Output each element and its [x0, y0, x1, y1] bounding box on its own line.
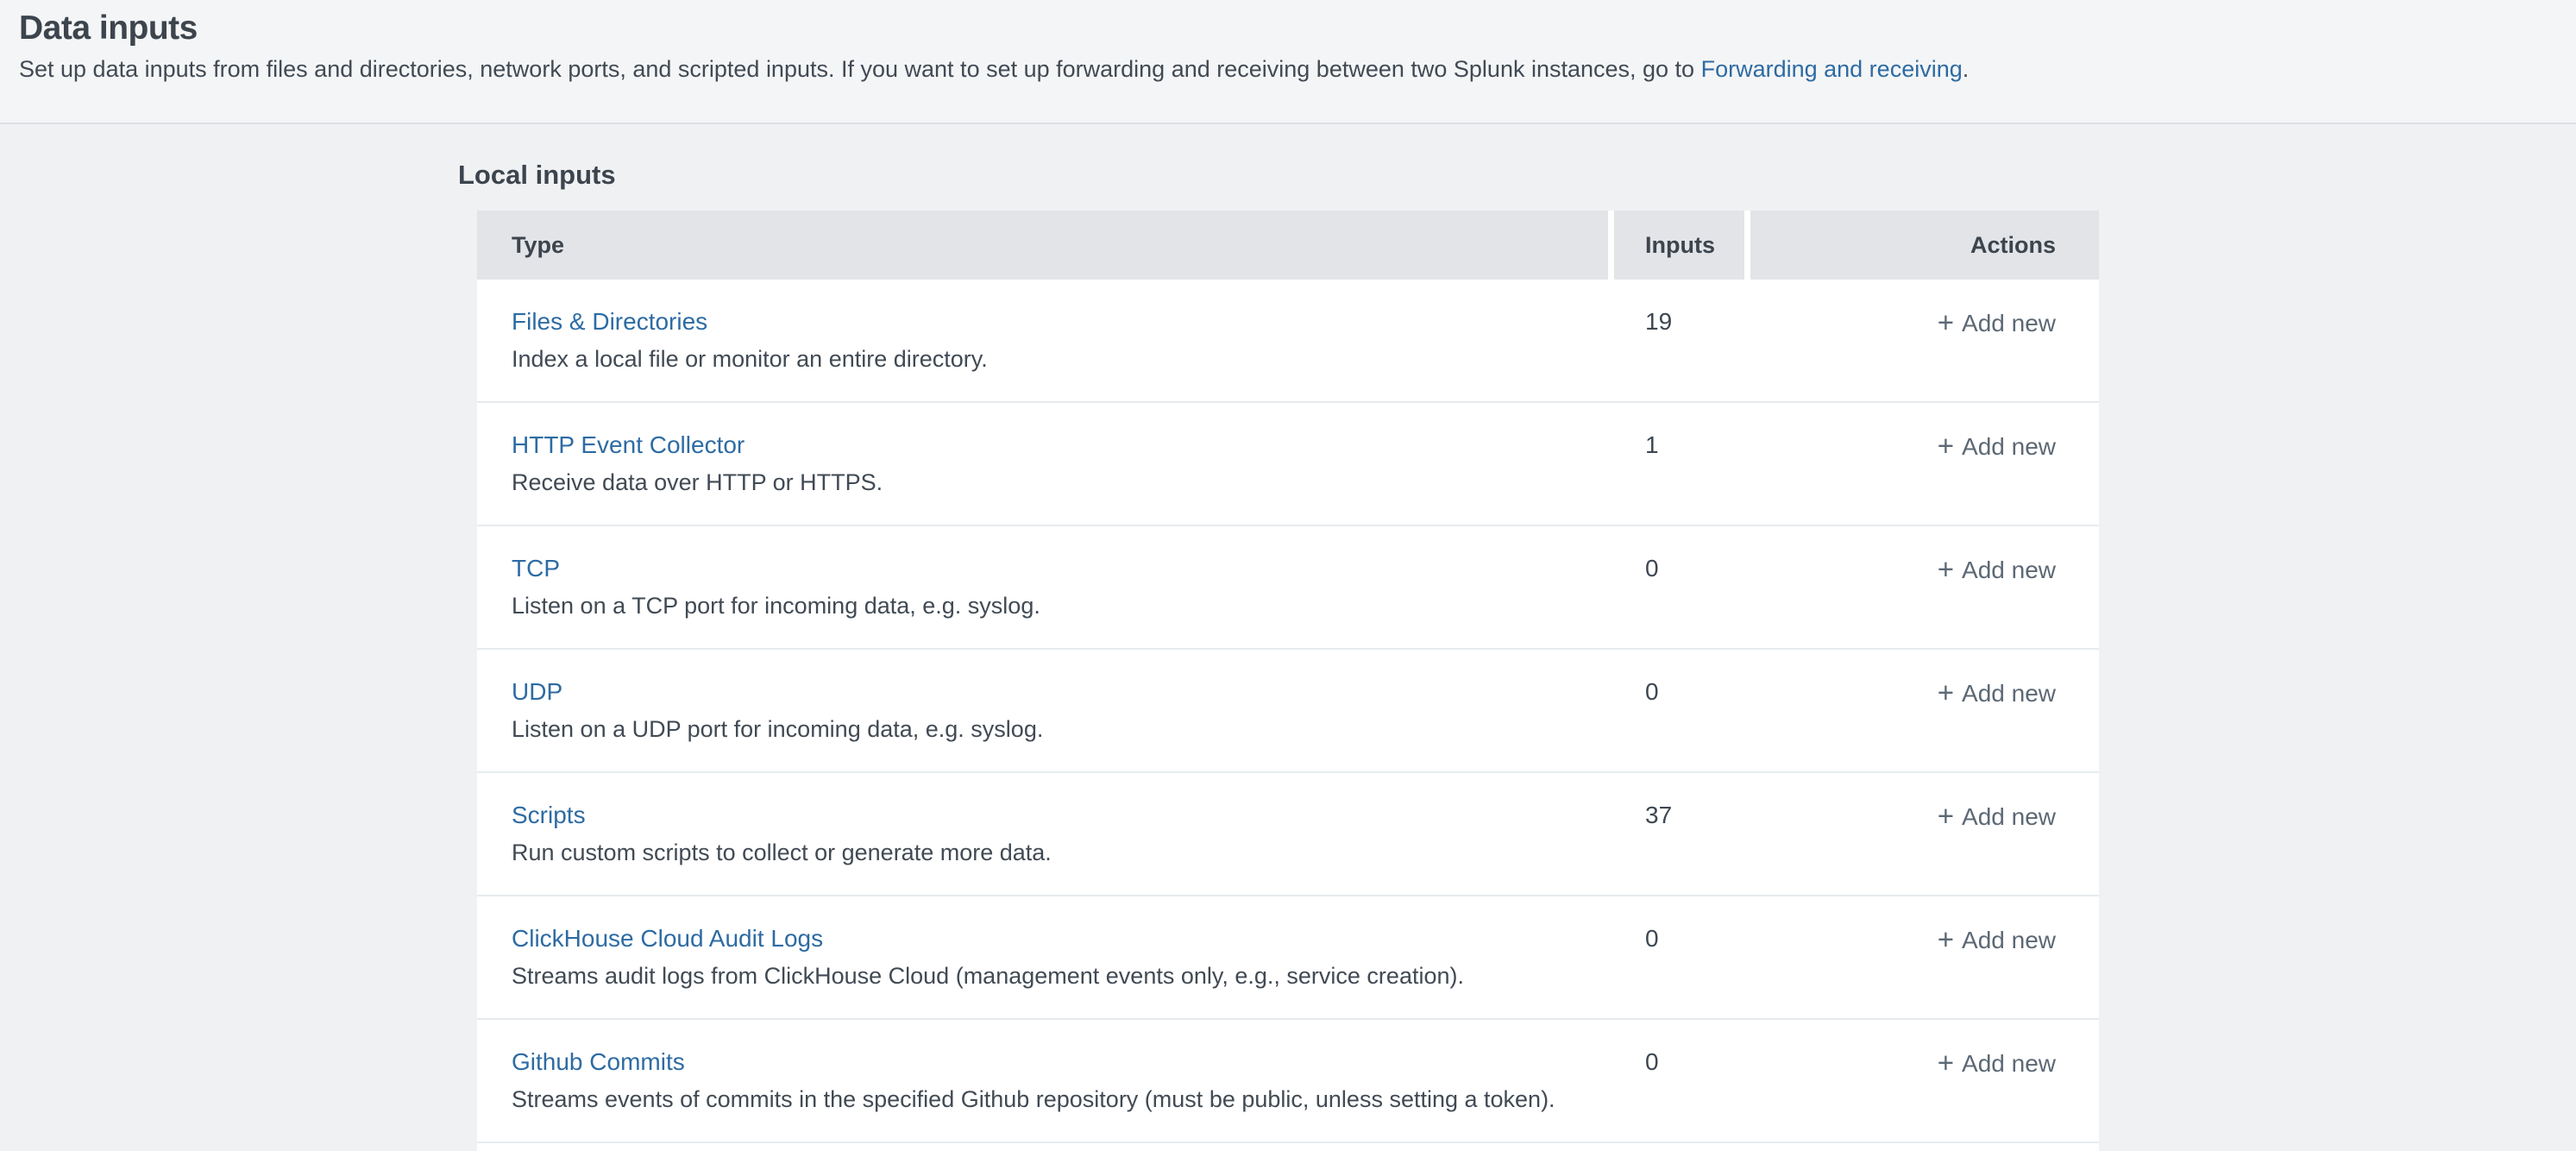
column-header-actions: Actions [1750, 211, 2099, 280]
type-cell: ClickHouse Cloud Audit Logs Streams audi… [477, 896, 1614, 1018]
add-new-label: Add new [1962, 927, 2056, 953]
type-cell: Scripts Run custom scripts to collect or… [477, 773, 1614, 895]
inputs-count: 0 [1614, 526, 1750, 648]
input-type-description: Streams audit logs from ClickHouse Cloud… [512, 961, 1614, 991]
plus-icon: + [1938, 430, 1954, 462]
inputs-count: 1 [1614, 403, 1750, 525]
plus-icon: + [1938, 306, 1954, 338]
table-header-row: Type Inputs Actions [477, 211, 2099, 280]
actions-cell: + Add new [1750, 773, 2099, 895]
input-type-description: Run custom scripts to collect or generat… [512, 838, 1614, 867]
data-inputs-page: Data inputs Set up data inputs from file… [0, 0, 2576, 1151]
add-new-button-tcp[interactable]: + Add new [1938, 554, 2056, 585]
type-cell: Files & Directories Index a local file o… [477, 280, 1614, 401]
add-new-label: Add new [1962, 433, 2056, 460]
subtitle-text-before: Set up data inputs from files and direct… [19, 56, 1701, 82]
plus-icon: + [1938, 553, 1954, 585]
table-row-github-commits: Github Commits Streams events of commits… [477, 1020, 2099, 1143]
content-area: Local inputs Type Inputs Actions Files &… [0, 124, 2576, 1151]
add-new-button-files-directories[interactable]: + Add new [1938, 307, 2056, 338]
page-subtitle: Set up data inputs from files and direct… [19, 54, 2555, 84]
add-new-label: Add new [1962, 310, 2056, 336]
input-type-description: Streams events of commits in the specifi… [512, 1085, 1614, 1114]
add-new-label: Add new [1962, 803, 2056, 830]
input-type-link-scripts[interactable]: Scripts [512, 801, 586, 830]
input-type-description: Listen on a UDP port for incoming data, … [512, 714, 1614, 744]
next-row-partial [477, 1143, 2099, 1151]
inputs-count: 0 [1614, 896, 1750, 1018]
page-header: Data inputs Set up data inputs from file… [0, 0, 2576, 124]
add-new-button-http-event-collector[interactable]: + Add new [1938, 431, 2056, 462]
input-type-link-clickhouse-cloud-audit-logs[interactable]: ClickHouse Cloud Audit Logs [512, 924, 823, 953]
page-title: Data inputs [19, 9, 2555, 48]
add-new-button-clickhouse-cloud-audit-logs[interactable]: + Add new [1938, 924, 2056, 955]
plus-icon: + [1938, 676, 1954, 708]
section-title-local-inputs: Local inputs [458, 159, 2576, 191]
type-cell: TCP Listen on a TCP port for incoming da… [477, 526, 1614, 648]
forwarding-and-receiving-link[interactable]: Forwarding and receiving [1701, 56, 1963, 82]
input-type-description: Listen on a TCP port for incoming data, … [512, 591, 1614, 620]
table-row-http-event-collector: HTTP Event Collector Receive data over H… [477, 403, 2099, 526]
type-cell: UDP Listen on a UDP port for incoming da… [477, 650, 1614, 771]
local-inputs-table: Type Inputs Actions Files & Directories … [477, 211, 2099, 1151]
plus-icon: + [1938, 923, 1954, 955]
input-type-link-http-event-collector[interactable]: HTTP Event Collector [512, 431, 745, 460]
add-new-label: Add new [1962, 680, 2056, 707]
table-row-tcp: TCP Listen on a TCP port for incoming da… [477, 526, 2099, 650]
inputs-count: 37 [1614, 773, 1750, 895]
type-cell: Github Commits Streams events of commits… [477, 1020, 1614, 1142]
actions-cell: + Add new [1750, 526, 2099, 648]
input-type-link-github-commits[interactable]: Github Commits [512, 1047, 685, 1077]
column-header-type: Type [477, 211, 1608, 280]
add-new-label: Add new [1962, 557, 2056, 583]
add-new-button-udp[interactable]: + Add new [1938, 677, 2056, 708]
actions-cell: + Add new [1750, 896, 2099, 1018]
actions-cell: + Add new [1750, 650, 2099, 771]
add-new-button-scripts[interactable]: + Add new [1938, 801, 2056, 832]
input-type-description: Receive data over HTTP or HTTPS. [512, 468, 1614, 497]
add-new-label: Add new [1962, 1050, 2056, 1077]
actions-cell: + Add new [1750, 403, 2099, 525]
subtitle-text-after: . [1963, 56, 1970, 82]
table-row-files-directories: Files & Directories Index a local file o… [477, 280, 2099, 403]
table-row-scripts: Scripts Run custom scripts to collect or… [477, 773, 2099, 896]
inputs-count: 0 [1614, 1020, 1750, 1142]
input-type-link-files-directories[interactable]: Files & Directories [512, 307, 707, 336]
type-cell: HTTP Event Collector Receive data over H… [477, 403, 1614, 525]
table-row-clickhouse-cloud-audit-logs: ClickHouse Cloud Audit Logs Streams audi… [477, 896, 2099, 1020]
inputs-count: 0 [1614, 650, 1750, 771]
input-type-description: Index a local file or monitor an entire … [512, 344, 1614, 374]
column-header-inputs: Inputs [1614, 211, 1744, 280]
inputs-count: 19 [1614, 280, 1750, 401]
actions-cell: + Add new [1750, 280, 2099, 401]
table-row-udp: UDP Listen on a UDP port for incoming da… [477, 650, 2099, 773]
input-type-link-tcp[interactable]: TCP [512, 554, 560, 583]
actions-cell: + Add new [1750, 1020, 2099, 1142]
plus-icon: + [1938, 1047, 1954, 1079]
input-type-link-udp[interactable]: UDP [512, 677, 562, 707]
plus-icon: + [1938, 800, 1954, 832]
add-new-button-github-commits[interactable]: + Add new [1938, 1047, 2056, 1079]
